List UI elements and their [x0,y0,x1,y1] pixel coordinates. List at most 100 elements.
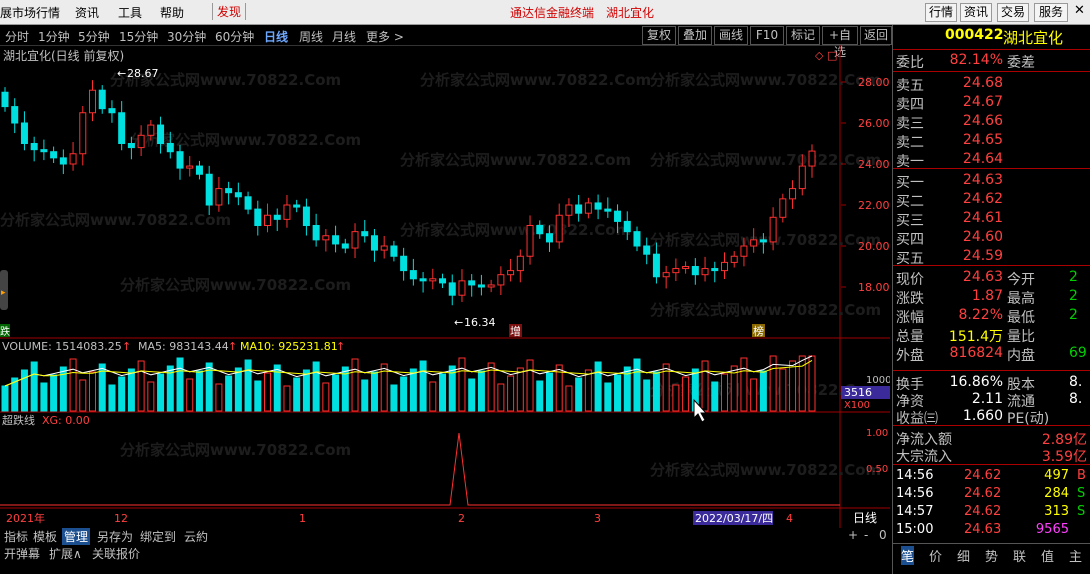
volume-bar [127,368,135,412]
quote-panel: 000422 湖北宜化 委比 82.14% 委差 卖五 24.68 卖四 24.67 卖… [892,25,1090,574]
marker-bang[interactable]: 榜 [753,324,764,338]
candle-body [682,266,690,270]
ask-price[interactable]: 24.64 [963,151,1003,167]
btn-service[interactable]: 服务 [1034,3,1068,22]
stat-label: 总量 [896,329,924,345]
bid-price[interactable]: 24.60 [963,229,1003,245]
quote-tab[interactable]: 势 [985,546,998,565]
marker-zeng[interactable]: 增 [510,324,521,338]
volume-bar [361,379,369,412]
tick-row: 14:56 24.62 284 S [893,486,1090,504]
volume-bar [720,373,728,412]
tab-cloud[interactable]: 云約 [184,528,208,545]
period-more[interactable]: 更多 > [366,28,404,45]
volume-bar [458,357,466,412]
stat-value: 2 [1069,307,1078,323]
candles-layer [1,80,816,306]
x-label: 12 [114,512,128,525]
tab-save-as[interactable]: 另存为 [97,528,133,545]
chart-corner-icons[interactable]: ◇ □ [815,49,837,62]
volume-bar [536,380,544,412]
menu-tools[interactable]: 工具 [118,4,142,21]
ask-label: 卖二 [896,135,924,151]
period-indicator[interactable]: 日线 [853,511,877,525]
quote-tab[interactable]: 联 [1013,546,1026,565]
x-label: 2021年 [6,511,45,525]
period-15min[interactable]: 15分钟 [119,28,158,45]
volume-bar [264,372,272,412]
period-60min[interactable]: 60分钟 [215,28,254,45]
tool-draw[interactable]: 画线 [714,26,748,45]
tick-volume: 9565 [1035,522,1069,537]
ask-price[interactable]: 24.66 [963,113,1003,129]
zoom-out-button[interactable]: - [864,528,868,542]
menu-market[interactable]: 展市场行情 [0,4,60,21]
quote-tab[interactable]: 细 [957,546,970,565]
bid-label: 买二 [896,194,924,210]
volume-bar [50,374,58,412]
tool-overlay[interactable]: 叠加 [678,26,712,45]
volume-bar [633,358,641,412]
stat-value: 8. [1069,391,1083,407]
tool-back[interactable]: 返回 [860,26,892,45]
bid-price[interactable]: 24.61 [963,210,1003,226]
window-close-icon[interactable]: ✕ [1074,3,1085,18]
tab-bind-to[interactable]: 绑定到 [140,528,176,545]
tab-manage[interactable]: 管理 [62,528,91,545]
btn-trade[interactable]: 交易 [997,3,1029,22]
volume-bar [302,369,310,412]
zoom-reset-button[interactable]: 0 [879,528,887,542]
zoom-in-button[interactable]: + [848,528,858,542]
quote-tab[interactable]: 值 [1041,546,1054,565]
quote-tab[interactable]: 笔 [901,546,915,565]
candle-body [701,268,709,276]
period-timeshare[interactable]: 分时 [5,28,29,45]
btn-market[interactable]: 行情 [925,3,957,22]
period-weekly[interactable]: 周线 [299,28,323,45]
candle-body [672,268,680,274]
expand-button[interactable]: 扩展∧ [49,545,82,562]
stat-value: 2 [1069,288,1078,304]
kline-chart[interactable]: 分析家公式网www.70822.Com 分析家公式网www.70822.Com … [0,45,890,528]
ask-price[interactable]: 24.65 [963,132,1003,148]
tab-template[interactable]: 模板 [33,528,57,545]
period-daily[interactable]: 日线 [264,28,288,45]
related-quote-button[interactable]: 关联报价 [92,545,140,562]
tool-add-watch[interactable]: +自选 [822,26,858,59]
volume-bar [526,359,534,412]
quote-tab[interactable]: 主 [1069,546,1082,565]
tool-adjust[interactable]: 复权 [642,26,676,45]
bid-price[interactable]: 24.63 [963,172,1003,188]
quote-tab[interactable]: 价 [929,546,942,565]
menu-help[interactable]: 帮助 [160,4,184,21]
volume-bar [759,370,767,412]
volume-bar [147,381,155,412]
tick-row: 15:00 24.63 9565 [893,522,1090,540]
tab-indicator[interactable]: 指标 [4,528,28,545]
menu-discover[interactable]: 发现 [212,3,247,20]
ask-price[interactable]: 24.68 [963,75,1003,91]
candle-body [623,220,631,233]
candle-body [536,225,544,235]
bid-price[interactable]: 24.62 [963,191,1003,207]
ask-price[interactable]: 24.67 [963,94,1003,110]
period-monthly[interactable]: 月线 [332,28,356,45]
period-1min[interactable]: 1分钟 [38,28,70,45]
btn-news[interactable]: 资讯 [960,3,992,22]
tool-mark[interactable]: 标记 [786,26,820,45]
tool-f10[interactable]: F10 [750,26,784,45]
danmaku-button[interactable]: 开弹幕 [4,545,40,562]
period-30min[interactable]: 30分钟 [167,28,206,45]
bid-price[interactable]: 24.59 [963,248,1003,264]
volume-bar [322,382,330,412]
up-arrow-icon: ↑ [336,340,345,353]
chevron-right-icon[interactable]: ▸ [1,288,6,298]
candle-body [176,151,184,169]
ask-label: 卖三 [896,116,924,132]
candle-body [205,173,213,206]
candle-body [341,243,349,249]
candle-body [244,196,252,210]
candle-body [652,253,660,278]
menu-info[interactable]: 资讯 [75,4,99,21]
period-5min[interactable]: 5分钟 [78,28,110,45]
